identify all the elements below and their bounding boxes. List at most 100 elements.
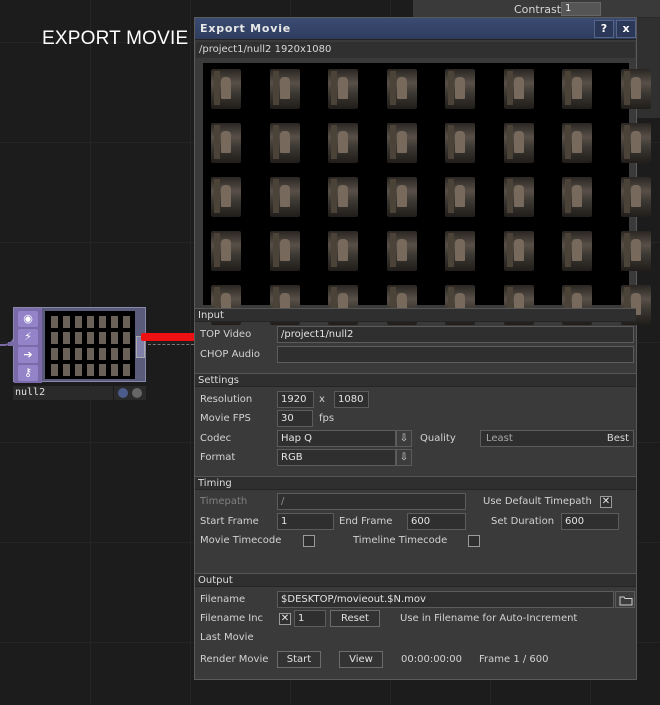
lock-icon[interactable]: ⚷	[18, 365, 38, 381]
filename-inc-field[interactable]: 1	[294, 610, 326, 627]
format-label: Format	[200, 452, 236, 463]
preview-tile	[328, 177, 358, 217]
end-frame-label: End Frame	[339, 516, 393, 527]
render-frame-counter: Frame 1 / 600	[479, 654, 549, 665]
movie-timecode-checkbox[interactable]	[303, 535, 315, 547]
preview-tile	[562, 177, 592, 217]
start-button[interactable]: Start	[277, 651, 321, 668]
preview-path: /project1/null2 1920x1080	[196, 42, 635, 58]
preview-tile	[562, 69, 592, 109]
preview-tile	[211, 231, 241, 271]
top-video-label: TOP Video	[200, 329, 252, 340]
preview-tile	[269, 123, 300, 163]
filename-inc-checkbox[interactable]: ✕	[279, 613, 291, 625]
fps-unit-label: fps	[319, 413, 335, 424]
movie-preview	[203, 63, 651, 325]
null2-node[interactable]: ◉ ⚡ ➔ ⚷	[8, 307, 146, 383]
help-button[interactable]: ?	[594, 20, 614, 38]
format-dropdown[interactable]: RGB	[277, 449, 396, 466]
use-default-timepath-checkbox[interactable]: ✕	[600, 496, 612, 508]
preview-tile	[620, 123, 651, 163]
preview-tile	[386, 69, 417, 109]
resolution-height-field[interactable]: 1080	[334, 391, 369, 408]
plus-icon[interactable]	[132, 388, 142, 398]
preview-tile	[445, 231, 475, 271]
preview-tile	[620, 69, 651, 109]
auto-increment-hint: Use in Filename for Auto-Increment	[400, 613, 578, 624]
contrast-row[interactable]: Contrast 1	[414, 0, 660, 18]
dialog-title: Export Movie	[200, 22, 292, 35]
export-movie-title: EXPORT MOVIE	[42, 28, 189, 49]
preview-tile	[211, 177, 241, 217]
dialog-titlebar[interactable]: Export Movie ? x	[195, 18, 636, 40]
filename-label: Filename	[200, 594, 246, 605]
node-flags	[114, 386, 146, 400]
last-movie-label: Last Movie	[200, 632, 254, 643]
format-dropdown-arrow-icon[interactable]: ⇩	[396, 449, 412, 466]
bypass-icon[interactable]: ⚡	[18, 329, 38, 345]
start-frame-field[interactable]: 1	[277, 513, 334, 530]
chop-audio-field[interactable]	[277, 346, 634, 363]
fps-label: Movie FPS	[200, 413, 251, 424]
timing-section-header: Timing	[195, 476, 636, 490]
preview-tile	[269, 231, 300, 271]
top-video-field[interactable]: /project1/null2	[277, 326, 634, 343]
timeline-timecode-checkbox[interactable]	[468, 535, 480, 547]
set-duration-label: Set Duration	[491, 516, 555, 527]
preview-tile	[620, 231, 651, 271]
preview-tile	[269, 69, 300, 109]
set-duration-field[interactable]: 600	[561, 513, 619, 530]
output-section-header: Output	[195, 573, 636, 587]
resolution-x-label: x	[319, 394, 325, 405]
reset-button[interactable]: Reset	[330, 610, 380, 627]
contrast-label: Contrast	[514, 3, 562, 16]
display-arrow-icon[interactable]: ➔	[18, 347, 38, 363]
timepath-label: Timepath	[200, 496, 248, 507]
folder-icon	[619, 596, 633, 606]
codec-dropdown[interactable]: Hap Q	[277, 430, 396, 447]
timepath-field[interactable]: /	[277, 493, 466, 510]
render-movie-label: Render Movie	[200, 654, 269, 665]
node-name-label[interactable]: null2	[13, 386, 113, 400]
resolution-width-field[interactable]: 1920	[277, 391, 314, 408]
preview-tile	[211, 123, 241, 163]
preview-tile	[445, 123, 475, 163]
preview-tile	[328, 123, 358, 163]
export-movie-dialog: Export Movie ? x /project1/null2 1920x10…	[194, 17, 651, 680]
settings-section-header: Settings	[195, 373, 636, 387]
timeline-timecode-label: Timeline Timecode	[353, 535, 448, 546]
preview-tile	[562, 231, 592, 271]
quality-label: Quality	[420, 433, 456, 444]
view-button[interactable]: View	[339, 651, 383, 668]
filename-inc-label: Filename Inc	[200, 613, 264, 624]
preview-tile	[445, 69, 475, 109]
use-default-timepath-label: Use Default Timepath	[483, 496, 592, 507]
render-timecode: 00:00:00:00	[401, 654, 463, 665]
folder-browse-button[interactable]	[615, 591, 635, 608]
codec-dropdown-arrow-icon[interactable]: ⇩	[396, 430, 412, 447]
preview-tile	[445, 177, 475, 217]
node-flag-strip: ◉ ⚡ ➔ ⚷	[14, 308, 42, 383]
filename-field[interactable]: $DESKTOP/movieout.$N.mov	[277, 591, 614, 608]
fps-field[interactable]: 30	[277, 410, 313, 427]
resolution-label: Resolution	[200, 394, 253, 405]
quality-slider[interactable]: Least Best	[480, 430, 634, 447]
preview-tile	[562, 123, 592, 163]
input-section-header: Input	[195, 308, 636, 322]
preview-tile	[503, 177, 534, 217]
movie-timecode-label: Movie Timecode	[200, 535, 282, 546]
end-frame-field[interactable]: 600	[407, 513, 466, 530]
quality-least-label: Least	[486, 433, 513, 444]
start-frame-label: Start Frame	[200, 516, 259, 527]
cook-flag-icon[interactable]	[118, 388, 128, 398]
viewer-icon[interactable]: ◉	[18, 311, 38, 327]
preview-tile	[328, 231, 358, 271]
close-button[interactable]: x	[616, 20, 636, 38]
output-wire	[148, 344, 194, 345]
preview-tile	[503, 69, 534, 109]
quality-best-label: Best	[606, 433, 629, 444]
preview-tile	[386, 177, 417, 217]
preview-tile	[620, 177, 651, 217]
preview-tile	[211, 69, 241, 109]
contrast-field[interactable]: 1	[561, 2, 601, 16]
